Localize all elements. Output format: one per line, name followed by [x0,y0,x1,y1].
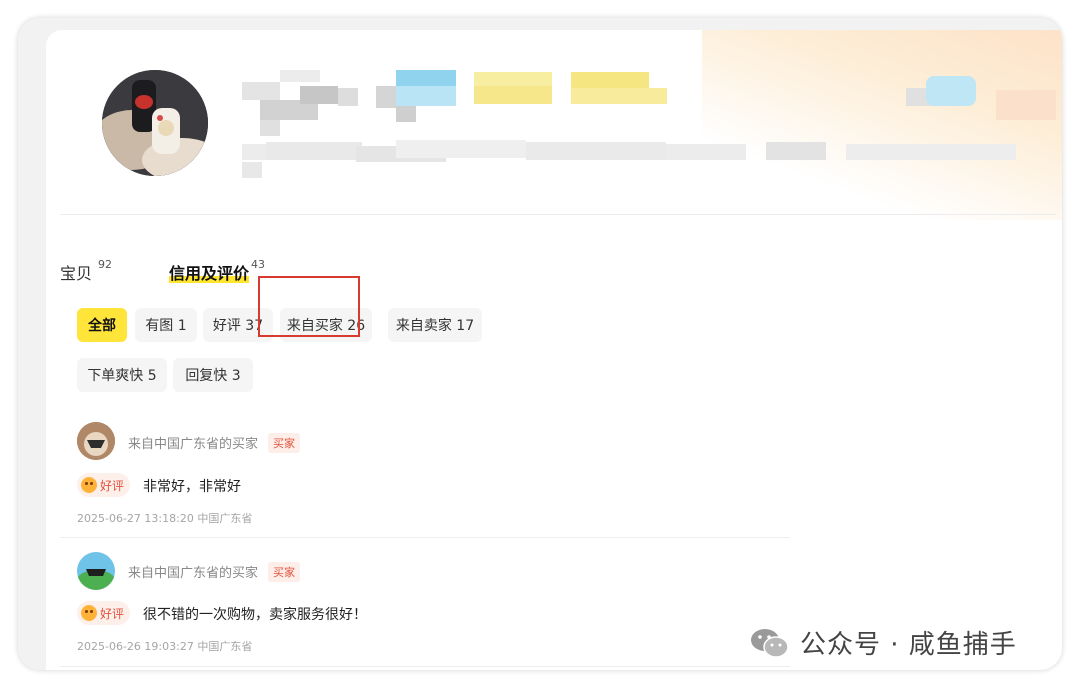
smile-icon [81,477,97,493]
wechat-icon [750,627,790,659]
tab-items-count: 92 [98,258,113,271]
review-text: 非常好，非常好 [143,479,241,495]
buyer-badge: 买家 [268,562,300,582]
window-frame: 宝贝 92 信用及评价 43 全部 有图 1 好评 37 来自买家 26 来自卖家 … [18,18,1062,670]
header-divider [60,214,1056,215]
rating-badge: 好评 [77,601,131,625]
highlight-box [258,276,360,337]
tab-items[interactable]: 宝贝 92 [60,258,113,284]
reviewer-origin: 来自中国广东省的买家 [128,437,259,452]
reviewer-avatar[interactable] [77,422,115,460]
filter-all[interactable]: 全部 [77,308,127,342]
reviewer-avatar[interactable] [77,552,115,590]
review-time: 2025-06-26 19:03:27 中国广东省 [77,640,253,653]
filter-with-images[interactable]: 有图 1 [135,308,197,342]
tab-credit-reviews-label: 信用及评价 [169,264,250,283]
rating-label: 好评 [100,478,125,493]
review-divider [60,537,790,538]
profile-avatar[interactable] [102,70,208,176]
watermark-text: 公众号 · 咸鱼捕手 [800,630,1017,660]
review-divider [60,666,790,667]
buyer-badge: 买家 [268,433,300,453]
rating-label: 好评 [100,606,125,621]
review-time: 2025-06-27 13:18:20 中国广东省 [77,512,253,525]
tab-credit-reviews-count: 43 [251,258,266,271]
filter-from-sellers[interactable]: 来自卖家 17 [388,308,482,342]
review-text: 很不错的一次购物，卖家服务很好！ [143,607,367,623]
tab-credit-reviews[interactable]: 信用及评价 43 [169,258,266,284]
filter-quick-reply[interactable]: 回复快 3 [173,358,253,392]
filter-quick-order[interactable]: 下单爽快 5 [77,358,167,392]
reviewer-origin: 来自中国广东省的买家 [128,566,259,581]
header-background [702,30,1062,220]
rating-badge: 好评 [77,473,131,497]
watermark: 公众号 · 咸鱼捕手 [750,624,1017,661]
smile-icon [81,605,97,621]
profile-panel: 宝贝 92 信用及评价 43 全部 有图 1 好评 37 来自买家 26 来自卖家 … [46,30,1062,670]
tab-items-label: 宝贝 [60,264,93,283]
